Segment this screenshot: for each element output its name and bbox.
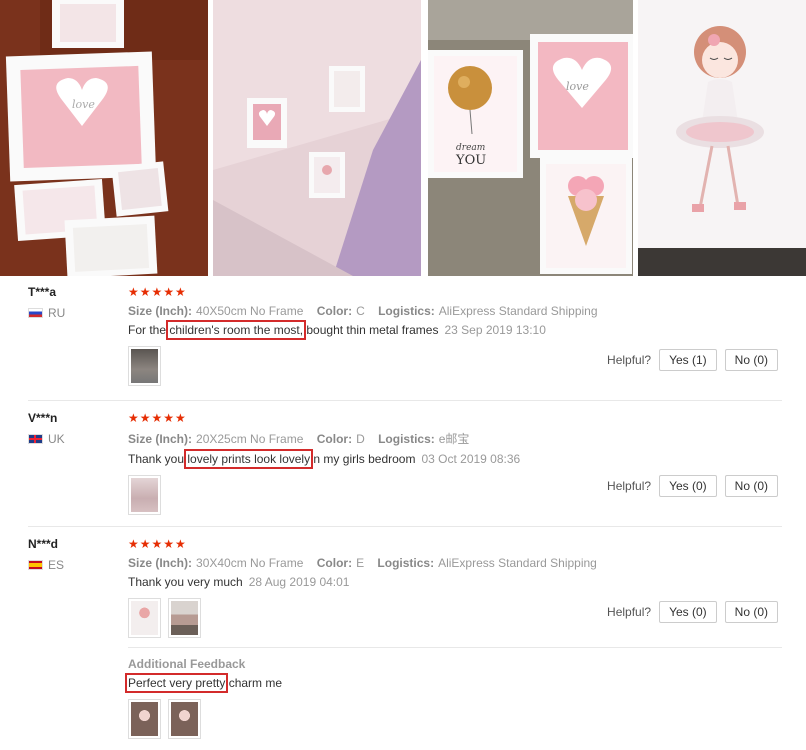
divider [28, 400, 782, 401]
rating-stars: ★★★★★ [128, 537, 187, 551]
review-list: T***a RU ★★★★★ Size (Inch): 40X50cm No Fr… [0, 276, 806, 750]
photo-you-text: YOU [455, 153, 486, 168]
customer-photo-strip: love dream YOU love [0, 0, 806, 276]
review-item: N***d ES ★★★★★ Size (Inch): 30X40cm No Fr… [0, 528, 806, 750]
additional-feedback-text: Perfect very pretty charm me [124, 673, 782, 693]
highlighted-phrase: lovely prints look lovely [184, 449, 314, 469]
helpful-controls: Helpful? Yes (0) No (0) [607, 601, 778, 623]
review-text: Thank you very much 28 Aug 2019 04:01 [128, 575, 782, 589]
reviewer-name: V***n [28, 411, 58, 425]
size-label: Size (Inch): [128, 556, 193, 570]
country-code: RU [48, 306, 66, 320]
review-page: love dream YOU love T***a RU ★★★★★ Size … [0, 0, 806, 750]
reviewer-name: T***a [28, 285, 57, 299]
reviewer-country: ES [28, 558, 64, 572]
color-value: C [356, 304, 365, 318]
divider [128, 647, 782, 648]
size-label: Size (Inch): [128, 432, 193, 446]
photo-ballerina-print[interactable] [638, 0, 806, 276]
helpful-yes-button[interactable]: Yes (0) [659, 601, 717, 623]
size-value: 40X50cm No Frame [196, 304, 304, 318]
flag-ru-icon [28, 308, 43, 318]
country-code: ES [48, 558, 65, 572]
photo-wall-frames[interactable] [213, 0, 421, 276]
review-photo-thumb[interactable] [128, 346, 161, 386]
review-photo-thumb[interactable] [168, 699, 201, 739]
highlighted-phrase: Perfect very pretty [124, 673, 229, 693]
additional-review-photos [128, 699, 782, 739]
review-text-part: charm me [225, 676, 283, 690]
review-photo-thumb[interactable] [128, 475, 161, 515]
review-content: ★★★★★ Size (Inch): 20X25cm No Frame Color… [128, 411, 782, 515]
photo-dream-text: dream [456, 143, 485, 153]
order-info: Size (Inch): 30X40cm No Frame Color: E Log… [128, 556, 782, 570]
review-item: V***n UK ★★★★★ Size (Inch): 20X25cm No Fr… [0, 402, 806, 528]
helpful-no-button[interactable]: No (0) [724, 475, 778, 497]
logistics-label: Logistics: [378, 304, 435, 318]
highlighted-phrase: children's room the most, [166, 320, 307, 340]
helpful-no-button[interactable]: No (0) [724, 349, 778, 371]
review-text-part: n my girls bedroom [310, 452, 416, 466]
helpful-label: Helpful? [607, 605, 652, 619]
size-value: 20X25cm No Frame [196, 432, 304, 446]
review-item: T***a RU ★★★★★ Size (Inch): 40X50cm No Fr… [0, 276, 806, 402]
review-date: 03 Oct 2019 08:36 [421, 452, 521, 466]
logistics-label: Logistics: [377, 556, 435, 570]
review-text-part: Thank you [128, 452, 188, 466]
review-photo-thumb[interactable] [168, 598, 201, 638]
helpful-no-button[interactable]: No (0) [724, 601, 778, 623]
flag-es-icon [28, 560, 43, 570]
review-text: Thank you lovely prints look lovely n my… [128, 449, 782, 469]
additional-feedback-label: Additional Feedback [128, 657, 246, 671]
helpful-yes-button[interactable]: Yes (1) [659, 349, 717, 371]
size-label: Size (Inch): [128, 304, 193, 318]
photo-three-prints[interactable]: dream YOU love [428, 0, 633, 276]
helpful-yes-button[interactable]: Yes (0) [659, 475, 717, 497]
review-date: 28 Aug 2019 04:01 [248, 575, 350, 589]
photo-love-text: love [72, 98, 95, 111]
rating-stars: ★★★★★ [128, 411, 187, 425]
photo-frames-on-floor[interactable]: love [0, 0, 208, 276]
color-value: E [356, 556, 365, 570]
reviewer-name: N***d [28, 537, 59, 551]
divider [28, 526, 782, 527]
helpful-label: Helpful? [607, 353, 652, 367]
logistics-value: e邮宝 [438, 432, 470, 446]
color-label: Color: [316, 556, 353, 570]
order-info: Size (Inch): 40X50cm No Frame Color: C Log… [128, 304, 782, 318]
photo-love2-text: love [566, 80, 589, 93]
review-text: For the children's room the most, bought… [128, 320, 782, 340]
review-photo-thumb[interactable] [128, 699, 161, 739]
color-label: Color: [316, 432, 353, 446]
size-value: 30X40cm No Frame [196, 556, 304, 570]
review-content: ★★★★★ Size (Inch): 30X40cm No Frame Color… [124, 537, 782, 739]
color-value: D [356, 432, 365, 446]
country-code: UK [48, 432, 65, 446]
color-label: Color: [316, 304, 353, 318]
review-date: 23 Sep 2019 13:10 [444, 323, 546, 337]
reviewer-country: UK [28, 432, 65, 446]
logistics-value: AliExpress Standard Shipping [438, 304, 598, 318]
review-text-part: For the [128, 323, 170, 337]
flag-uk-icon [28, 434, 43, 444]
reviewer-country: RU [28, 306, 65, 320]
logistics-label: Logistics: [378, 432, 435, 446]
review-text-part: bought thin metal frames [303, 323, 439, 337]
logistics-value: AliExpress Standard Shipping [438, 556, 597, 570]
order-info: Size (Inch): 20X25cm No Frame Color: D Log… [128, 430, 782, 447]
review-text-part: Thank you very much [128, 575, 243, 589]
helpful-label: Helpful? [607, 479, 652, 493]
helpful-controls: Helpful? Yes (1) No (0) [607, 349, 778, 371]
helpful-controls: Helpful? Yes (0) No (0) [607, 475, 778, 497]
rating-stars: ★★★★★ [128, 285, 187, 299]
review-photo-thumb[interactable] [128, 598, 161, 638]
